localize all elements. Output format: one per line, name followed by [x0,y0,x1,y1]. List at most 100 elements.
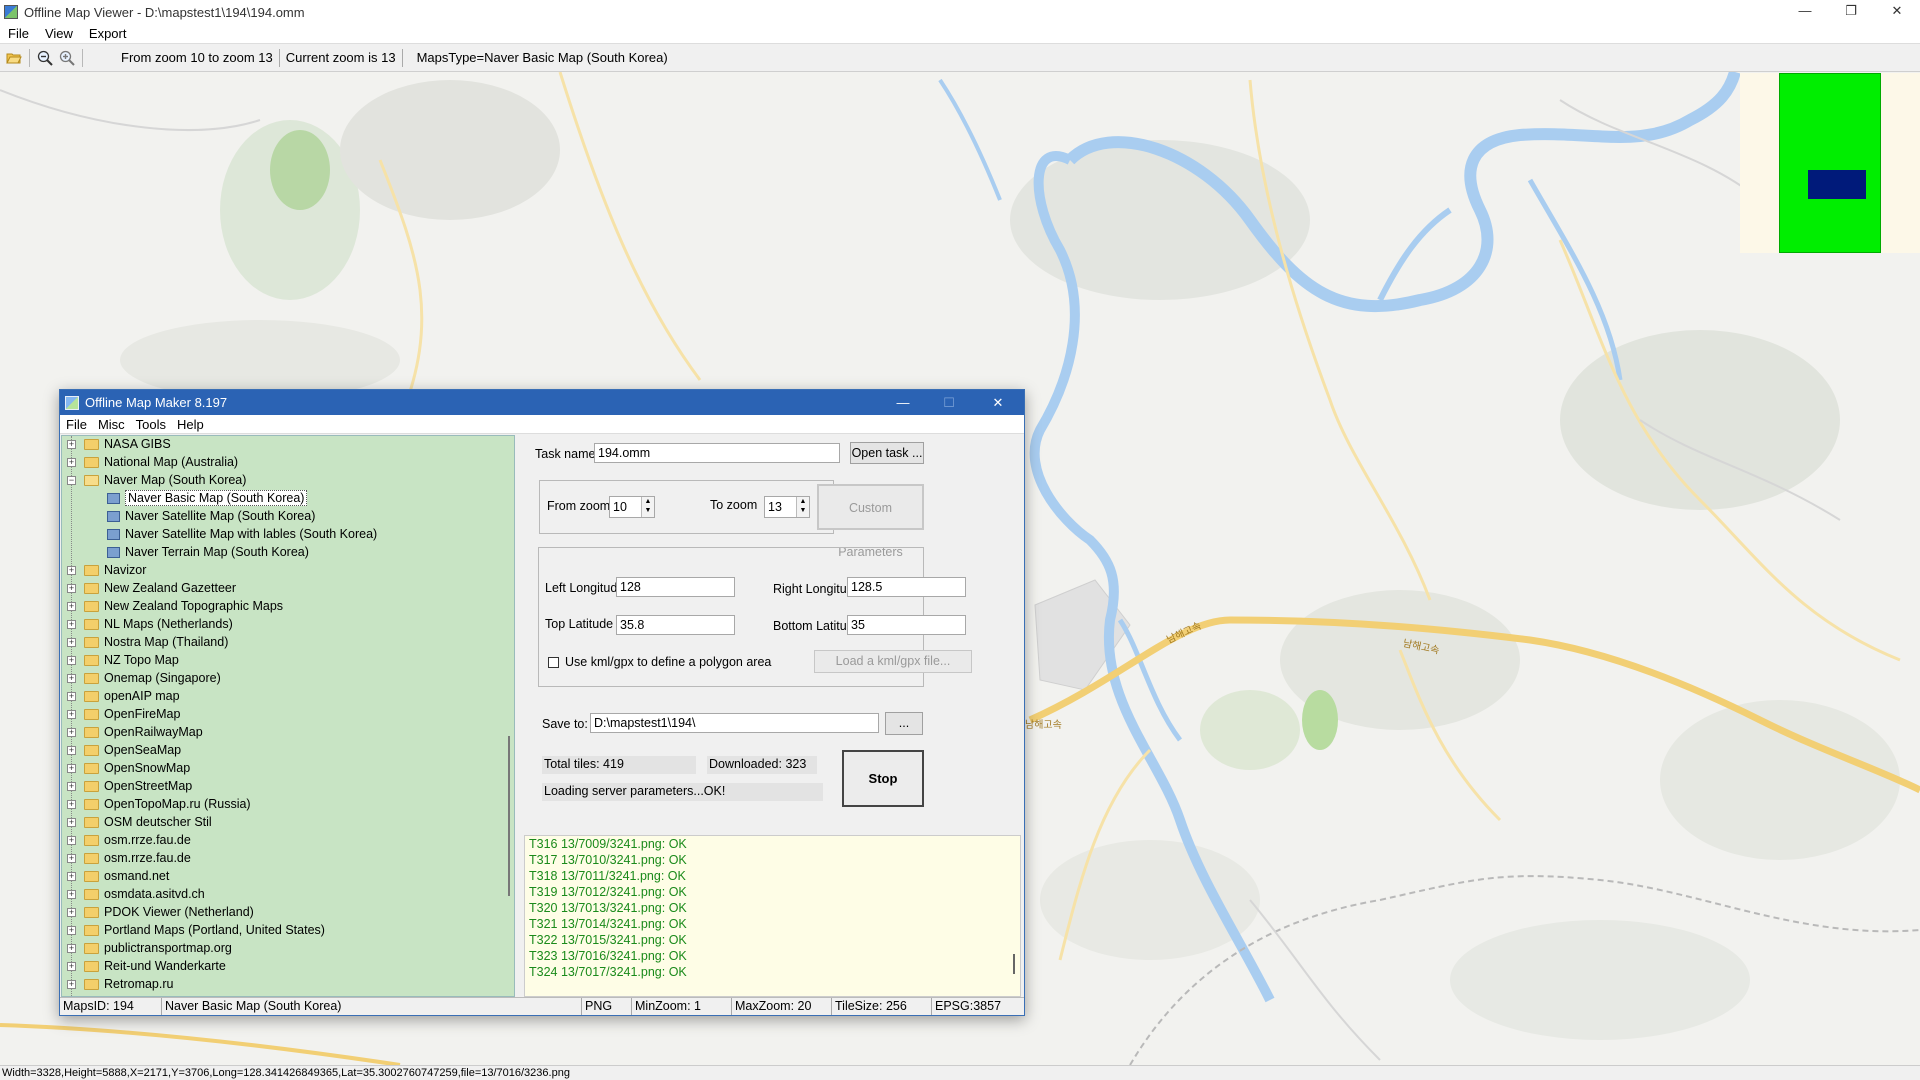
expand-icon[interactable]: + [67,818,76,827]
dialog-title-bar: Offline Map Maker 8.197 — ☐ ✕ [60,390,1024,415]
tree-folder-item[interactable]: + publictransportmap.org [62,940,514,958]
tree-folder-item[interactable]: + National Map (Australia) [62,454,514,472]
task-name-input[interactable]: 194.omm [594,443,840,463]
tree-folder-item[interactable]: + OSM deutscher Stil [62,814,514,832]
kml-checkbox[interactable] [548,657,559,668]
expand-icon[interactable]: + [67,782,76,791]
bottom-latitude-input[interactable]: 35 [847,615,966,635]
to-zoom-value: 13 [768,500,782,514]
tree-folder-item[interactable]: + Navizor [62,562,514,580]
tree-folder-item[interactable]: + OpenStreetMap [62,778,514,796]
dialog-menu-tools[interactable]: Tools [130,417,171,432]
stop-button[interactable]: Stop [842,750,924,807]
tree-folder-item[interactable]: − Naver Map (South Korea) [62,472,514,490]
tree-folder-item[interactable]: + OpenFireMap [62,706,514,724]
to-zoom-spinner[interactable]: 13 ▲ ▼ [764,496,810,518]
dialog-menu-file[interactable]: File [60,417,92,432]
expand-icon[interactable]: + [67,746,76,755]
tree-item-label: OpenRailwayMap [104,725,203,739]
tree-folder-item[interactable]: + Portland Maps (Portland, United States) [62,922,514,940]
menu-file[interactable]: File [0,26,37,41]
tree-folder-item[interactable]: + New Zealand Gazetteer [62,580,514,598]
right-longitude-input[interactable]: 128.5 [847,577,966,597]
tree-folder-item[interactable]: + OpenRailwayMap [62,724,514,742]
expand-icon[interactable]: + [67,674,76,683]
expand-icon[interactable]: + [67,692,76,701]
open-folder-icon[interactable] [3,47,25,69]
map-provider-tree[interactable]: + NASA GIBS + National Map (Australia) − Nave… [61,435,515,997]
tree-child-item[interactable]: Naver Satellite Map (South Korea) [62,508,514,526]
dialog-menu-help[interactable]: Help [171,417,209,432]
tree-child-item[interactable]: Naver Terrain Map (South Korea) [62,544,514,562]
tree-folder-item[interactable]: + osm.rrze.fau.de [62,832,514,850]
browse-button[interactable]: ... [885,712,923,735]
top-latitude-input[interactable]: 35.8 [616,615,735,635]
tree-folder-item[interactable]: + NASA GIBS [62,436,514,454]
tree-folder-item[interactable]: + Onemap (Singapore) [62,670,514,688]
expand-icon[interactable]: + [67,872,76,881]
minimize-button[interactable]: — [1782,0,1828,24]
download-log[interactable]: T316 13/7009/3241.png: OK T317 13/7010/32… [524,835,1021,997]
menu-view[interactable]: View [37,26,81,41]
expand-icon[interactable]: + [67,566,76,575]
expand-icon[interactable]: + [67,800,76,809]
expand-icon[interactable]: + [67,584,76,593]
dialog-close-button[interactable]: ✕ [972,390,1024,415]
open-task-button[interactable]: Open task ... [850,442,924,464]
tree-folder-item[interactable]: + OpenSnowMap [62,760,514,778]
tree-child-item[interactable]: Naver Basic Map (South Korea) [62,490,514,508]
dialog-menu-misc[interactable]: Misc [92,417,130,432]
tree-folder-item[interactable]: + NZ Topo Map [62,652,514,670]
save-path-input[interactable]: D:\mapstest1\194\ [590,713,879,733]
expand-icon[interactable]: + [67,710,76,719]
expand-icon[interactable]: + [67,944,76,953]
expand-icon[interactable]: + [67,926,76,935]
from-zoom-spinner[interactable]: 10 ▲ ▼ [609,496,655,518]
expand-icon[interactable]: + [67,458,76,467]
load-kml-button[interactable]: Load a kml/gpx file... [814,650,972,673]
spinner-arrows-icon[interactable]: ▲ ▼ [796,497,809,517]
expand-icon[interactable]: + [67,620,76,629]
expand-icon[interactable]: + [67,656,76,665]
tree-folder-item[interactable]: + osmand.net [62,868,514,886]
expand-icon[interactable]: + [67,764,76,773]
folder-icon [84,961,99,972]
expand-icon[interactable]: + [67,728,76,737]
tree-folder-item[interactable]: + osm.rrze.fau.de [62,850,514,868]
menu-export[interactable]: Export [81,26,135,41]
tree-folder-item[interactable]: + OpenTopoMap.ru (Russia) [62,796,514,814]
tree-folder-item[interactable]: + Retromap.ru [62,976,514,994]
tree-folder-item[interactable]: + Nostra Map (Thailand) [62,634,514,652]
zoom-in-icon[interactable] [56,47,78,69]
tree-folder-item[interactable]: + Reit-und Wanderkarte [62,958,514,976]
expand-icon[interactable]: + [67,980,76,989]
log-scroll-thumb[interactable] [1013,954,1015,974]
expand-icon[interactable]: + [67,638,76,647]
tree-scrollbar[interactable] [503,436,514,996]
kml-checkbox-label[interactable]: Use kml/gpx to define a polygon area [565,655,771,669]
expand-icon[interactable]: + [67,602,76,611]
close-button[interactable]: ✕ [1874,0,1920,24]
dialog-minimize-button[interactable]: — [880,390,926,415]
collapse-icon[interactable]: − [67,476,76,485]
tree-child-item[interactable]: Naver Satellite Map with lables (South K… [62,526,514,544]
spinner-arrows-icon[interactable]: ▲ ▼ [641,497,654,517]
expand-icon[interactable]: + [67,440,76,449]
tree-folder-item[interactable]: + NL Maps (Netherlands) [62,616,514,634]
expand-icon[interactable]: + [67,854,76,863]
maximize-button[interactable]: ❐ [1828,0,1874,24]
expand-icon[interactable]: + [67,962,76,971]
expand-icon[interactable]: + [67,890,76,899]
tree-folder-item[interactable]: + osmdata.asitvd.ch [62,886,514,904]
left-longitude-input[interactable]: 128 [616,577,735,597]
overview-viewport[interactable] [1808,170,1866,199]
tree-scroll-thumb[interactable] [508,736,510,896]
expand-icon[interactable]: + [67,836,76,845]
tree-folder-item[interactable]: + New Zealand Topographic Maps [62,598,514,616]
expand-icon[interactable]: + [67,908,76,917]
zoom-out-icon[interactable] [34,47,56,69]
tree-folder-item[interactable]: + OpenSeaMap [62,742,514,760]
tree-folder-item[interactable]: + openAIP map [62,688,514,706]
tree-folder-item[interactable]: + PDOK Viewer (Netherland) [62,904,514,922]
custom-parameters-button[interactable]: Custom Parameters [817,484,924,559]
